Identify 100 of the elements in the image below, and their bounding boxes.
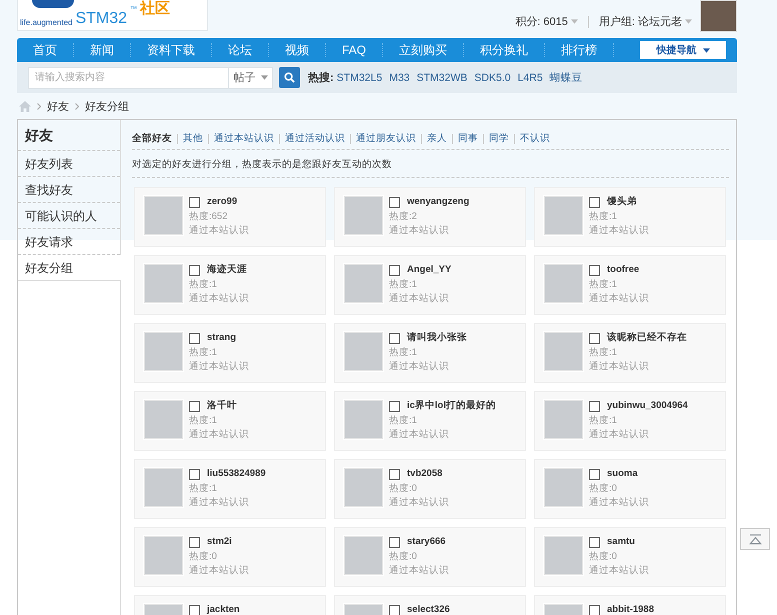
friend-name-link[interactable]: 该昵称已经不存在: [607, 332, 687, 344]
group-text: 通过本站认识: [189, 292, 249, 306]
checkbox[interactable]: [189, 604, 200, 615]
checkbox[interactable]: [389, 536, 400, 548]
group-text: 通过本站认识: [589, 564, 649, 578]
checkbox[interactable]: [389, 196, 400, 208]
hot-search-link[interactable]: SDK5.0: [474, 72, 511, 84]
back-to-top-icon: [748, 534, 762, 544]
description-text: 对选定的好友进行分组，热度表示的是您跟好友互动的次数: [132, 150, 729, 178]
nav-item[interactable]: FAQ: [326, 43, 384, 57]
nav-item[interactable]: 立刻购买: [383, 43, 464, 57]
friend-name-link[interactable]: jackten: [207, 604, 240, 615]
checkbox[interactable]: [589, 604, 600, 615]
friend-name-link[interactable]: abbit-1988: [607, 604, 654, 615]
heat-text: 热度:1: [389, 346, 418, 360]
checkbox[interactable]: [589, 264, 600, 276]
sidebar-item[interactable]: 可能认识的人: [18, 203, 120, 229]
checkbox[interactable]: [589, 400, 600, 412]
checkbox[interactable]: [389, 604, 400, 615]
checkbox[interactable]: [389, 400, 400, 412]
friend-name-link[interactable]: Angel_YY: [407, 264, 452, 276]
checkbox[interactable]: [589, 468, 600, 480]
friend-name-link[interactable]: strang: [207, 332, 236, 344]
friend-name-link[interactable]: suoma: [607, 468, 638, 480]
friend-name-link[interactable]: 馒头弟: [607, 196, 637, 208]
group-text: 通过本站认识: [589, 428, 650, 442]
checkbox[interactable]: [189, 332, 200, 344]
friend-name-link[interactable]: stm2i: [207, 536, 232, 548]
nav-item[interactable]: 排行榜: [545, 43, 614, 57]
checkbox[interactable]: [189, 468, 200, 480]
group-text: 通过本站认识: [389, 360, 450, 374]
points-link[interactable]: 积分: 6015: [515, 14, 578, 29]
group-text: 通过本站认识: [189, 360, 249, 374]
filter-tab[interactable]: 亲人: [427, 132, 447, 145]
checkbox[interactable]: [589, 332, 600, 344]
nav-item[interactable]: 新闻: [74, 43, 131, 57]
search-field[interactable]: 请输入搜索内容: [28, 66, 228, 88]
checkbox[interactable]: [589, 536, 600, 548]
filter-tab[interactable]: 其他: [183, 132, 203, 145]
filter-tab[interactable]: 通过活动认识: [285, 132, 345, 145]
back-to-top-button[interactable]: [740, 528, 770, 550]
logo-brand: STM32: [75, 10, 128, 27]
checkbox[interactable]: [389, 468, 400, 480]
friend-name-link[interactable]: stary666: [407, 536, 446, 548]
heat-text: 热度:2: [389, 210, 418, 224]
filter-tab[interactable]: 同学: [489, 132, 509, 145]
heat-text: 热度:1: [389, 278, 418, 292]
group-text: 通过本站认识: [389, 496, 449, 510]
heat-text: 热度:0: [389, 550, 418, 564]
nav-item[interactable]: 积分换礼: [464, 43, 546, 57]
friend-name-link[interactable]: wenyangzeng: [407, 196, 470, 208]
checkbox[interactable]: [189, 536, 200, 548]
friend-name-link[interactable]: zero99: [207, 196, 238, 208]
friend-name-link[interactable]: 海迹天涯: [207, 264, 247, 276]
hot-search-link[interactable]: L4R5: [518, 72, 543, 84]
breadcrumb-link[interactable]: 好友分组: [85, 98, 129, 114]
breadcrumb-link[interactable]: 好友: [47, 98, 69, 114]
group-text: 通过本站认识: [589, 224, 649, 238]
friend-name-link[interactable]: liu553824989: [207, 468, 266, 480]
heat-text: 热度:0: [589, 550, 618, 564]
friend-name-link[interactable]: 请叫我小张张: [407, 332, 467, 344]
filter-tab[interactable]: 同事: [458, 132, 478, 145]
avatar-photo-placeholder[interactable]: [700, 0, 737, 32]
checkbox[interactable]: [589, 196, 600, 208]
friend-name-link[interactable]: ic界中lol打的最好的: [407, 400, 496, 412]
filter-tab[interactable]: 不认识: [520, 132, 550, 145]
group-text: 通过本站认识: [189, 564, 249, 578]
logo-community: 社区: [140, 1, 170, 17]
checkbox[interactable]: [189, 196, 200, 208]
friend-name-link[interactable]: samtu: [607, 536, 635, 548]
sidebar-item[interactable]: 好友列表: [18, 151, 120, 177]
friend-name-link[interactable]: tvb2058: [407, 468, 442, 480]
nav-item[interactable]: 首页: [17, 43, 74, 57]
checkbox[interactable]: [189, 264, 200, 276]
friend-name-link[interactable]: toofree: [607, 264, 640, 276]
nav-item[interactable]: 资料下载: [131, 43, 212, 57]
checkbox[interactable]: [389, 332, 400, 344]
hot-search-link[interactable]: M33: [389, 72, 410, 84]
sidebar-item[interactable]: 好友分组: [18, 255, 121, 281]
filter-tab[interactable]: 通过本站认识: [214, 132, 274, 145]
hot-search-link[interactable]: STM32WB: [416, 72, 468, 84]
friend-name-link[interactable]: yubinwu_3004964: [607, 400, 688, 412]
filter-tab[interactable]: 通过朋友认识: [356, 132, 416, 145]
chevron-icon: [75, 102, 79, 110]
search-icon: [284, 72, 295, 83]
user-group-link[interactable]: 用户组: 论坛元老: [598, 14, 692, 29]
checkbox[interactable]: [389, 264, 400, 276]
search-button[interactable]: [279, 67, 300, 88]
group-text: 通过本站认识: [389, 564, 449, 578]
filter-tab[interactable]: 全部好友: [132, 132, 172, 145]
nav-item[interactable]: 视频: [269, 43, 326, 57]
friend-name-link[interactable]: 洛千叶: [207, 400, 237, 412]
sidebar-item[interactable]: 查找好友: [18, 177, 120, 203]
hot-search-link[interactable]: 蝴蝶豆: [550, 70, 583, 84]
nav-item[interactable]: 论坛: [212, 43, 269, 57]
checkbox[interactable]: [189, 400, 200, 412]
hot-search-link[interactable]: STM32L5: [336, 72, 382, 84]
quick-nav-button[interactable]: 快捷导航: [640, 41, 726, 59]
friend-name-link[interactable]: select326: [407, 604, 450, 615]
search-scope-dropdown[interactable]: 帖子: [228, 66, 273, 88]
